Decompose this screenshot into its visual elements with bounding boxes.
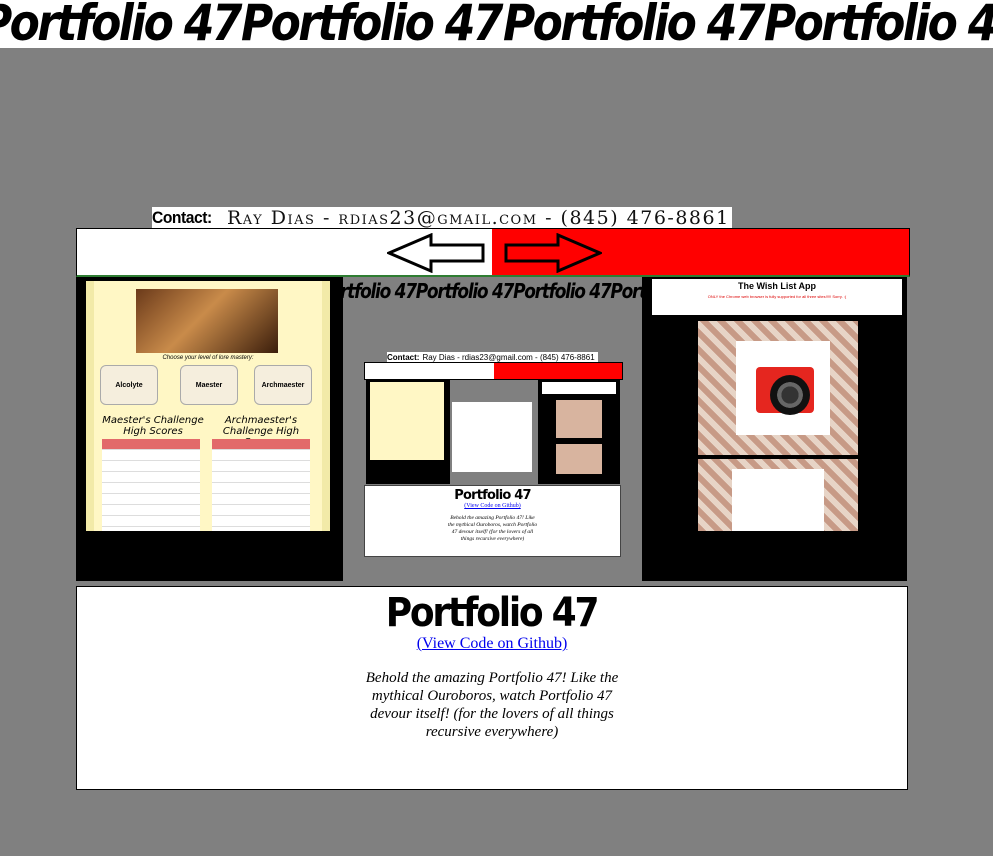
arrow-right-icon: [504, 233, 602, 273]
contact-label: Contact:: [152, 208, 212, 227]
maester-scores-table: [102, 439, 200, 531]
mini-slide-right: [538, 380, 620, 484]
project-slide-portfolio[interactable]: Contact: Ray Dias - rdias23@gmail.com - …: [364, 352, 623, 558]
marquee-text: Portfolio 47: [763, 0, 993, 48]
wishlist-warning: ONLY the Chrome web browser is fully sup…: [707, 294, 847, 299]
wishlist-item-card: [698, 459, 858, 531]
trivia-screenshot: Choose your level of lore mastery: Alcol…: [86, 281, 330, 531]
marquee-track: Portfolio 47 Portfolio 47 Portfolio 47 P…: [0, 0, 993, 48]
marquee-text: Portfolio 47: [241, 0, 503, 48]
camera-image: [736, 341, 830, 435]
wishlist-screenshot: The Wish List App ONLY the Chrome web br…: [652, 279, 902, 531]
level-button-alcolyte: Alcolyte: [100, 365, 158, 405]
mini-card-title: Portfolio 47: [454, 488, 531, 503]
mini-marquee-text: rtfolio 47Portfolio 47Portfolio 47Portfo…: [340, 279, 645, 301]
contact-info: Ray Dias - rdias23@gmail.com - (845) 476…: [226, 207, 730, 229]
project-slide-trivia[interactable]: Choose your level of lore mastery: Alcol…: [76, 277, 343, 581]
mini-previous: [365, 363, 494, 379]
mini-stage: [364, 380, 621, 484]
carousel-stage: Choose your level of lore mastery: Alcol…: [76, 277, 908, 581]
project-title: Portfolio 47: [386, 590, 600, 636]
level-button-maester: Maester: [180, 365, 238, 405]
mini-next: [493, 363, 622, 379]
mini-contact-label: Contact:: [387, 352, 420, 362]
arrow-left-icon: [387, 233, 485, 273]
level-button-archmaester: Archmaester: [254, 365, 312, 405]
trivia-hero-image: [136, 289, 278, 353]
archmaester-scores-table: [212, 439, 310, 531]
wishlist-header: The Wish List App ONLY the Chrome web br…: [652, 279, 902, 315]
project-description: Behold the amazing Portfolio 47! Like th…: [365, 670, 619, 740]
marquee-text: Portfolio 47: [502, 0, 765, 48]
previous-button[interactable]: [77, 229, 492, 275]
mini-marquee: rtfolio 47Portfolio 47Portfolio 47Portfo…: [340, 279, 645, 301]
project-info-card: Portfolio 47 (View Code on Github) Behol…: [76, 586, 908, 790]
mini-slide-center: [452, 402, 532, 472]
marquee-text: Portfolio 47: [0, 0, 242, 48]
wishlist-title: The Wish List App: [737, 281, 817, 291]
marquee-banner: Portfolio 47 Portfolio 47 Portfolio 47 P…: [0, 0, 993, 48]
mini-info-card: Portfolio 47 (View Code on Github) Behol…: [364, 485, 621, 557]
mini-contact-line: Contact: Ray Dias - rdias23@gmail.com - …: [387, 352, 598, 362]
mini-card-link: (View Code on Github): [464, 503, 521, 509]
project-slide-wishlist[interactable]: The Wish List App ONLY the Chrome web br…: [642, 277, 907, 581]
next-button[interactable]: [492, 229, 909, 275]
mini-slide-left: [366, 380, 450, 484]
maester-scores-heading: Maester's Challenge High Scores: [102, 415, 204, 437]
trivia-caption: Choose your level of lore mastery:: [162, 355, 254, 361]
mini-card-description: Behold the amazing Portfolio 47! Like th…: [447, 515, 538, 542]
mini-nav: [364, 362, 623, 380]
github-link[interactable]: (View Code on Github): [77, 635, 907, 653]
contact-line: Contact: Ray Dias - rdias23@gmail.com - …: [152, 207, 732, 229]
mini-contact-info: Ray Dias - rdias23@gmail.com - (845) 476…: [422, 352, 595, 362]
carousel-nav: [76, 228, 910, 277]
